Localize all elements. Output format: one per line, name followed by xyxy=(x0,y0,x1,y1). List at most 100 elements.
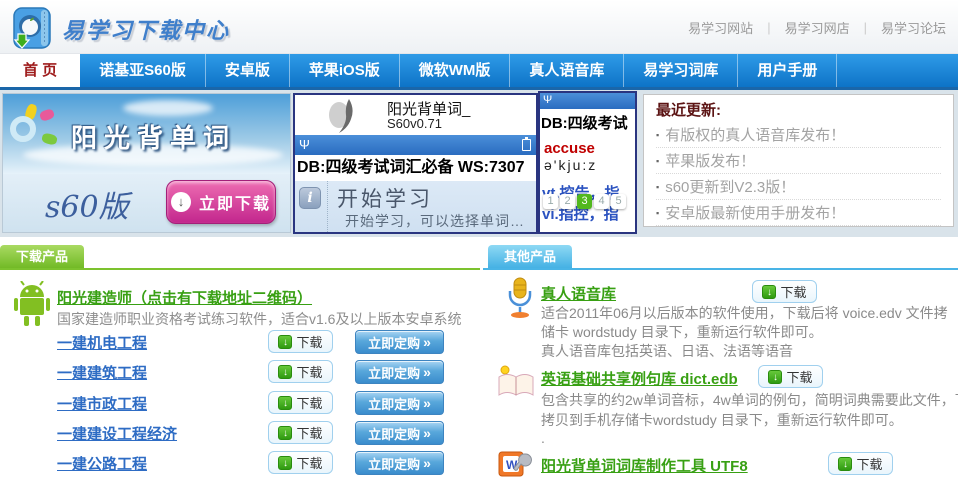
download-arrow-icon: ↓ xyxy=(278,456,292,470)
app-menu: i 开始学习 开始学习，可以选择单词… xyxy=(295,181,536,234)
other-product-link[interactable]: 英语基础共享例句库 dict.edb xyxy=(541,368,738,389)
download-button[interactable]: ↓ 下载 xyxy=(752,280,817,303)
download-label: 下载 xyxy=(296,393,322,412)
page-dot-2[interactable]: 2 xyxy=(560,194,575,209)
banner-edition: s60版 xyxy=(45,182,129,226)
screenshot-app-word: Ψ DB:四级考试 accuse ə'kju:z vt.控告，指 vi.指控，指… xyxy=(538,91,637,234)
status-bar: Ψ xyxy=(295,135,536,155)
download-button[interactable]: ↓ 下载 xyxy=(268,451,333,474)
other-product-desc-line: 储卡 wordstudy 目录下，重新运行软件即可。 xyxy=(541,322,823,342)
other-product-desc-line: . xyxy=(541,430,545,446)
other-products-section: 真人语音库 ↓ 下载 适合2011年06月以后版本的软件使用，下载后将 voic… xyxy=(483,237,958,479)
link-forum[interactable]: 易学习论坛 xyxy=(881,18,946,37)
android-icon xyxy=(12,281,52,329)
screenshot-pagination: 1 2 3 4 5 xyxy=(543,194,626,209)
updates-title: 最近更新: xyxy=(656,100,941,122)
download-button[interactable]: ↓ 下载 xyxy=(268,421,333,444)
bullet-icon: ▪ xyxy=(656,156,659,166)
update-item[interactable]: ▪ 安卓版最新使用手册发布！ xyxy=(656,200,941,226)
banner-sky: 阳光背单词 xyxy=(3,94,290,174)
product-banner[interactable]: 阳光背单词 s60版 ↓ 立即下载 xyxy=(2,93,291,233)
top-links: 易学习网站 | 易学习网店 | 易学习论坛 xyxy=(688,18,946,37)
word-headword: accuse xyxy=(540,140,635,157)
other-product-desc-line: 真人语音库包括英语、日语、法语等语音 xyxy=(541,341,793,361)
download-arrow-icon: ↓ xyxy=(278,365,292,379)
app-logo-icon xyxy=(8,4,54,50)
link-separator: | xyxy=(864,20,867,35)
product-link[interactable]: 一建建筑工程 xyxy=(57,362,147,383)
other-product-link[interactable]: 阳光背单词词库制作工具 UTF8 xyxy=(541,455,748,476)
order-label: 立即定购 xyxy=(368,394,420,413)
order-button[interactable]: 立即定购 » xyxy=(355,421,444,445)
featured-product-link[interactable]: 阳光建造师（点击有下载地址二维码） xyxy=(57,287,312,308)
menu-divider xyxy=(327,181,328,234)
download-button[interactable]: ↓ 下载 xyxy=(758,365,823,388)
nav-s60[interactable]: 诺基亚S60版 xyxy=(80,54,206,87)
main-nav: 首 页 诺基亚S60版 安卓版 苹果iOS版 微软WM版 真人语音库 易学习词库… xyxy=(0,54,958,90)
update-text: 有版权的真人语音库发布！ xyxy=(665,124,845,145)
other-product-link[interactable]: 真人语音库 xyxy=(541,283,616,304)
link-store[interactable]: 易学习网店 xyxy=(785,18,850,37)
screenshot-app-main: 阳光背单词_ S60v0.71 Ψ DB:四级考试词汇必备 WS:7307 i … xyxy=(293,93,538,234)
chevron-right-icon: » xyxy=(423,334,431,350)
status-bar: Ψ xyxy=(540,93,635,109)
nav-ios[interactable]: 苹果iOS版 xyxy=(290,54,400,87)
update-text: s60更新到V2.3版！ xyxy=(665,176,795,197)
order-button[interactable]: 立即定购 » xyxy=(355,330,444,354)
link-separator: | xyxy=(767,20,770,35)
sun-logo-icon xyxy=(8,104,60,160)
order-label: 立即定购 xyxy=(368,424,420,443)
nav-home[interactable]: 首 页 xyxy=(0,54,80,87)
header: 易学习下载中心 易学习网站 | 易学习网店 | 易学习论坛 xyxy=(0,0,958,54)
product-link[interactable]: 一建建设工程经济 xyxy=(57,423,177,444)
banner-download-label: 立即下载 xyxy=(199,190,271,214)
product-link[interactable]: 一建市政工程 xyxy=(57,393,147,414)
product-link[interactable]: 一建公路工程 xyxy=(57,453,147,474)
signal-icon: Ψ xyxy=(543,94,552,106)
update-item[interactable]: ▪ 有版权的真人语音库发布！ xyxy=(656,122,941,148)
order-button[interactable]: 立即定购 » xyxy=(355,360,444,384)
tool-book-icon: W xyxy=(497,448,535,478)
page-dot-1[interactable]: 1 xyxy=(543,194,558,209)
menu-item-subtitle: 开始学习，可以选择单词… xyxy=(345,211,525,231)
download-button[interactable]: ↓ 下载 xyxy=(268,391,333,414)
open-book-icon xyxy=(495,363,537,399)
app-version: S60v0.71 xyxy=(387,116,442,131)
tab-download-products[interactable]: 下载产品 xyxy=(0,245,84,268)
chevron-right-icon: » xyxy=(423,455,431,471)
link-website[interactable]: 易学习网站 xyxy=(688,18,753,37)
page-dot-3-active[interactable]: 3 xyxy=(577,194,592,209)
download-row: 一建市政工程 ↓ 下载 立即定购 » xyxy=(0,388,480,418)
word-phonetic: ə'kju:z xyxy=(540,157,635,173)
screenshot-app-header: 阳光背单词_ S60v0.71 xyxy=(295,95,536,135)
download-button[interactable]: ↓ 下载 xyxy=(268,330,333,353)
battery-icon xyxy=(522,139,531,151)
banner-bottom: s60版 ↓ 立即下载 xyxy=(3,174,290,232)
microphone-icon xyxy=(505,277,535,319)
nav-manual[interactable]: 用户手册 xyxy=(738,54,837,87)
app-splash-logo-icon xyxy=(323,97,373,135)
nav-android[interactable]: 安卓版 xyxy=(206,54,290,87)
site-title: 易学习下载中心 xyxy=(62,13,230,45)
page-dot-5[interactable]: 5 xyxy=(611,194,626,209)
menu-item-start: 开始学习 xyxy=(337,183,433,213)
order-button[interactable]: 立即定购 » xyxy=(355,391,444,415)
download-button[interactable]: ↓ 下载 xyxy=(268,360,333,383)
nav-voice-lib[interactable]: 真人语音库 xyxy=(510,54,624,87)
bullet-icon: ▪ xyxy=(656,208,659,218)
download-arrow-icon: ↓ xyxy=(278,426,292,440)
nav-wm[interactable]: 微软WM版 xyxy=(400,54,511,87)
order-button[interactable]: 立即定购 » xyxy=(355,451,444,475)
other-product-desc-line: 包含共享的约2w单词音标，4w单词的例句，简明词典需要此文件，下 xyxy=(541,390,958,410)
update-item[interactable]: ▪ 苹果版发布！ xyxy=(656,148,941,174)
download-label: 下载 xyxy=(786,367,812,386)
product-link[interactable]: 一建机电工程 xyxy=(57,332,147,353)
db-status-line: DB:四级考试 xyxy=(540,109,635,133)
update-item[interactable]: ▪ s60更新到V2.3版！ xyxy=(656,174,941,200)
download-arrow-icon: ↓ xyxy=(838,457,852,471)
page-dot-4[interactable]: 4 xyxy=(594,194,609,209)
download-button[interactable]: ↓ 下载 xyxy=(828,452,893,475)
download-row: 一建建设工程经济 ↓ 下载 立即定购 » xyxy=(0,418,480,448)
nav-dict-lib[interactable]: 易学习词库 xyxy=(624,54,738,87)
banner-download-button[interactable]: ↓ 立即下载 xyxy=(166,180,276,224)
